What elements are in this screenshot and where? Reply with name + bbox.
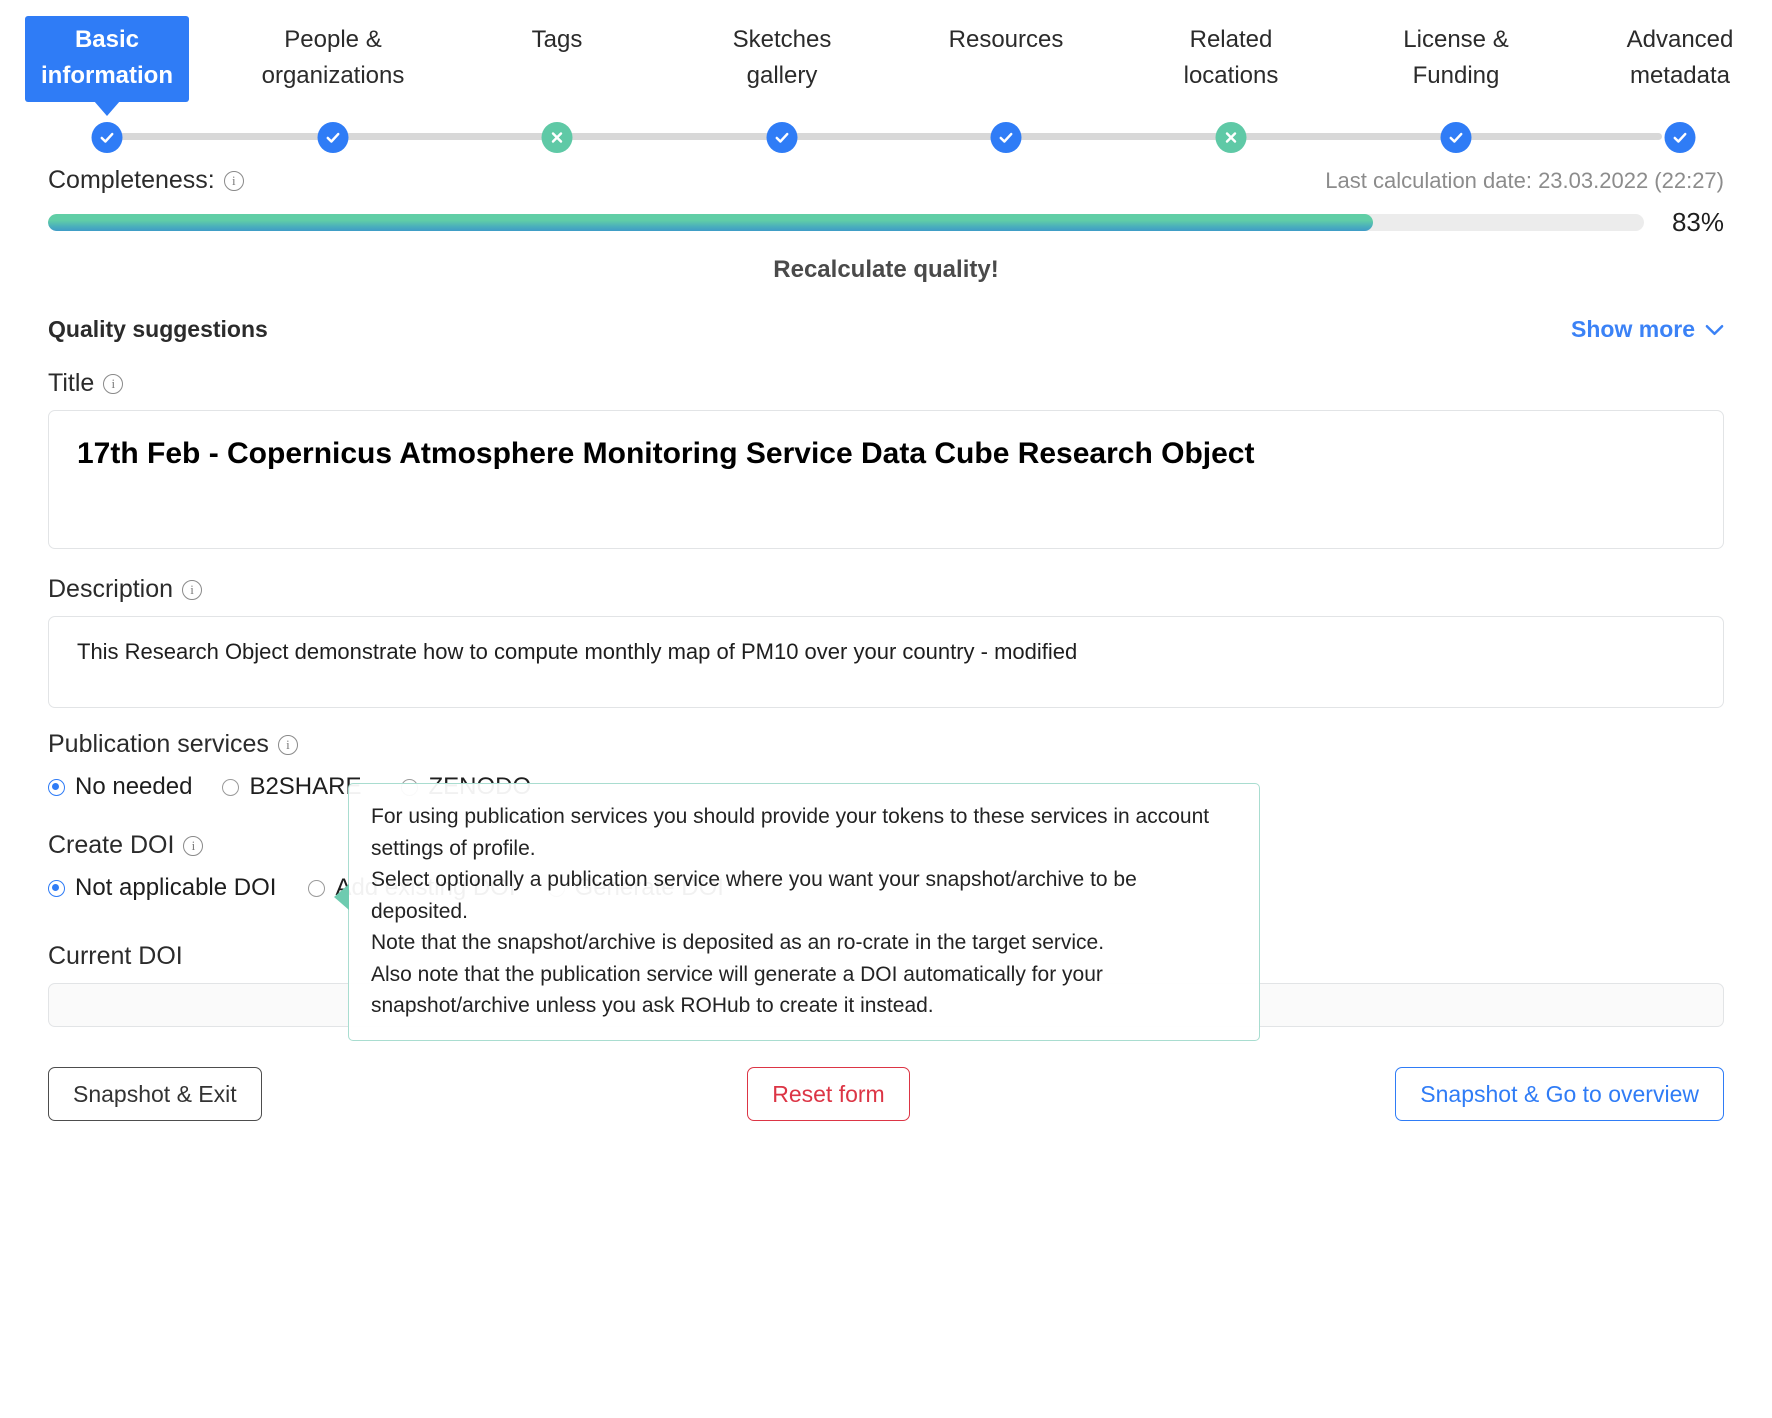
quality-suggestions-header: Quality suggestions Show more [48,316,1724,343]
radio-button[interactable] [308,879,326,897]
radio-button[interactable] [48,778,65,796]
show-more-button[interactable]: Show more [1571,316,1724,343]
form-actions: Snapshot & Exit Reset form Snapshot & Go… [48,1067,1724,1121]
last-calculation-date: Last calculation date: 23.03.2022 (22:27… [1325,167,1724,193]
stepper-label-0[interactable]: Basic information [25,16,189,116]
radio-button[interactable] [48,879,65,897]
stepper-label-line: License & [1403,26,1509,53]
stepper-label-1[interactable]: People & organizations [233,22,433,94]
publication-service-option-label: B2SHARE [249,773,362,800]
completeness-progress-fill [48,214,1373,231]
publication-services-label-group: Publication services i [48,730,1724,759]
snapshot-exit-button[interactable]: Snapshot & Exit [48,1067,262,1121]
stepper-label-line: Sketches [732,26,832,53]
tooltip-arrow-icon [334,884,349,910]
stepper-label-line: People & [284,26,382,53]
stepper-label-2[interactable]: Tags [457,22,657,58]
stepper-label-5[interactable]: Related locations [1131,22,1331,94]
stepper-label-line: metadata [1629,62,1731,89]
create-doi-info-icon[interactable]: i [183,835,204,856]
completeness-progress-row: 83% [48,207,1724,238]
create-doi-option-0[interactable]: Not applicable DOI [48,874,276,902]
tooltip-line-0: For using publication services you shoul… [371,805,1210,860]
description-field: Description i This Research Object demon… [48,575,1724,708]
stepper-label-6[interactable]: License & Funding [1356,22,1556,94]
stepper-label-line: information [41,62,173,89]
completeness-label: Completeness: [48,166,215,194]
tooltip-line-2: Note that the snapshot/archive is deposi… [371,931,1105,954]
stepper-label-line: Basic [74,26,140,53]
publication-service-option-1[interactable]: B2SHARE [222,773,361,801]
publication-service-option-label: No needed [75,773,193,800]
publication-services-label: Publication services [48,730,269,758]
publication-services-tooltip: For using publication services you shoul… [334,783,1260,1041]
stepper-dot-check-icon[interactable] [990,122,1022,153]
radio-button[interactable] [222,778,240,796]
create-doi-label: Create DOI [48,831,175,859]
current-doi-label: Current DOI [48,942,183,970]
stepper-label-4[interactable]: Resources [906,22,1106,58]
stepper-labels: Basic information People & organizations Tag… [0,0,1772,116]
chevron-down-icon [1705,324,1724,335]
stepper-label-line: gallery [746,62,818,89]
completeness-label-group: Completeness: i [48,166,244,195]
completeness-percent: 83% [1671,207,1724,237]
title-field: Title i 17th Feb - Copernicus Atmosphere… [48,369,1724,549]
title-input[interactable]: 17th Feb - Copernicus Atmosphere Monitor… [48,410,1724,549]
description-info-icon[interactable]: i [182,579,203,600]
description-value: This Research Object demonstrate how to … [77,639,1078,664]
tooltip-line-1: Select optionally a publication service … [371,868,1137,923]
snapshot-go-overview-button[interactable]: Snapshot & Go to overview [1395,1067,1724,1121]
stepper-label-line: locations [1183,62,1279,89]
stepper-label-line: organizations [261,62,405,89]
stepper-label-line: Advanced [1626,26,1734,53]
stepper-dot-check-icon[interactable] [1664,122,1696,153]
title-label: Title [48,369,95,397]
recalculate-quality-button[interactable]: Recalculate quality! [0,256,1772,284]
description-label: Description [48,575,174,603]
quality-suggestions-title: Quality suggestions [48,316,268,342]
stepper-label-line: Resources [948,26,1064,53]
description-input[interactable]: This Research Object demonstrate how to … [48,616,1724,708]
stepper-dot-check-icon[interactable] [1440,122,1472,153]
completeness-info-icon[interactable]: i [223,170,244,191]
stepper-label-line: Tags [531,26,583,53]
description-label-group: Description i [48,575,1724,604]
title-info-icon[interactable]: i [103,373,124,394]
stepper-label-line: Funding [1412,62,1500,89]
stepper-label-3[interactable]: Sketches gallery [682,22,882,94]
completeness-progress-bar [48,214,1644,231]
stepper-dot-check-icon[interactable] [317,122,349,153]
completeness-header: Completeness: i Last calculation date: 2… [48,166,1724,195]
stepper-dot-cross-icon[interactable] [541,122,573,153]
create-doi-option-label: Not applicable DOI [75,874,277,901]
stepper-dot-cross-icon[interactable] [1215,122,1247,153]
wizard-stepper: Basic information People & organizations Tag… [0,0,1772,153]
reset-form-button[interactable]: Reset form [747,1067,910,1121]
title-label-group: Title i [48,369,1724,398]
title-value: 17th Feb - Copernicus Atmosphere Monitor… [77,437,1255,470]
show-more-label: Show more [1571,316,1695,342]
stepper-label-line: Related [1189,26,1273,53]
publication-services-info-icon[interactable]: i [277,734,298,755]
stepper-dot-check-icon[interactable] [91,122,123,153]
stepper-label-7[interactable]: Advanced metadata [1580,22,1772,94]
publication-service-option-0[interactable]: No needed [48,773,192,801]
tooltip-line-3: Also note that the publication service w… [371,962,1103,1018]
stepper-dot-check-icon[interactable] [766,122,798,153]
